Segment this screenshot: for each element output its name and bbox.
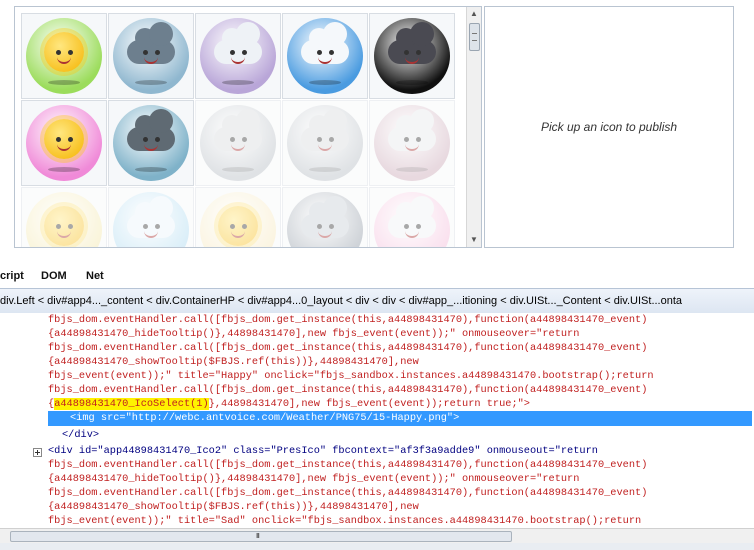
weather-icon-tile[interactable]	[282, 187, 368, 247]
fog-sun-icon	[200, 192, 276, 247]
code-line-highlight: {a44898431470_IcoSelect(1)},44898431470]…	[48, 398, 530, 410]
snow-cloud-icon	[113, 192, 189, 247]
scroll-up-arrow-icon[interactable]: ▲	[467, 7, 481, 21]
dom-breadcrumb: div.Left < div#app4..._content < div.Con…	[0, 288, 754, 314]
rain-cloud-icon	[113, 18, 189, 94]
closing-div-tag[interactable]: </div>	[62, 428, 99, 442]
gallery-vertical-scrollbar[interactable]: ▲ ▼	[466, 7, 481, 247]
weather-icon-tile[interactable]	[195, 13, 281, 99]
horizontal-scrollbar[interactable]: III	[0, 528, 754, 543]
code-line: {a44898431470_hideTooltip()},44898431470…	[48, 473, 580, 485]
selected-node-text[interactable]: <img src="http://webc.antvoice.com/Weath…	[70, 411, 459, 425]
horizontal-scroll-thumb[interactable]: III	[10, 531, 512, 542]
happy-sun-icon	[26, 18, 102, 94]
grey-cloud-icon	[113, 105, 189, 181]
code-line: fbjs_event(event));" title="Happy" oncli…	[48, 370, 654, 382]
node-line[interactable]: <div id="app44898431470_Ico2" class="Pre…	[48, 444, 598, 458]
code-line: {a44898431470_showTooltip($FBJS.ref(this…	[48, 501, 419, 513]
pink-cloud-icon	[374, 105, 450, 181]
weather-icon-tile[interactable]	[195, 187, 281, 247]
smile-cloud-icon	[287, 18, 363, 94]
weather-icon-tile[interactable]	[369, 187, 455, 247]
breadcrumb-path[interactable]: div.Left < div#app4..._content < div.Con…	[0, 289, 682, 313]
weather-icon-tile[interactable]	[21, 13, 107, 99]
code-line: fbjs_dom.eventHandler.call([fbjs_dom.get…	[48, 384, 648, 396]
icon-gallery-panel: ▲ ▼	[14, 6, 482, 248]
publish-hint-text: Pick up an icon to publish	[540, 120, 678, 134]
night-cloud-icon	[287, 192, 363, 247]
sad-cloud-icon	[200, 105, 276, 181]
scroll-grip-icon: III	[256, 533, 260, 540]
code-line: fbjs_dom.eventHandler.call([fbjs_dom.get…	[48, 459, 648, 471]
expand-node-icon[interactable]	[33, 448, 42, 457]
publish-preview-panel: Pick up an icon to publish	[484, 6, 734, 248]
weather-icon-tile[interactable]	[21, 187, 107, 247]
shy-cloud-icon	[287, 105, 363, 181]
weather-icon-tile[interactable]	[282, 13, 368, 99]
storm-cloud-icon	[374, 18, 450, 94]
code-line-rest: },44898431470],new fbjs_event(event));re…	[208, 398, 530, 410]
tab-dom[interactable]: DOM	[41, 270, 67, 282]
code-line: {a44898431470_hideTooltip()},44898431470…	[48, 328, 580, 340]
devtools-tabbar: cript DOM Net	[0, 268, 754, 288]
highlighted-token: a44898431470_IcoSelect(1)	[54, 398, 209, 410]
weather-icon-tile[interactable]	[108, 187, 194, 247]
scroll-down-arrow-icon[interactable]: ▼	[467, 233, 481, 247]
love-sun-icon	[26, 105, 102, 181]
code-line: {a44898431470_showTooltip($FBJS.ref(this…	[48, 356, 419, 368]
weather-icon-tile[interactable]	[21, 100, 107, 186]
tab-net[interactable]: Net	[86, 270, 104, 282]
html-source-view: fbjs_dom.eventHandler.call([fbjs_dom.get…	[0, 313, 754, 527]
weather-icon-tile[interactable]	[282, 100, 368, 186]
peek-sun-icon	[26, 192, 102, 247]
pink-sleep-cloud-icon	[374, 192, 450, 247]
tab-script[interactable]: cript	[0, 270, 24, 282]
code-line: fbjs_event(event));" title="Sad" onclick…	[48, 515, 642, 527]
sleepy-cloud-icon	[200, 18, 276, 94]
code-line: fbjs_dom.eventHandler.call([fbjs_dom.get…	[48, 342, 648, 354]
weather-icon-tile[interactable]	[195, 100, 281, 186]
code-line: fbjs_dom.eventHandler.call([fbjs_dom.get…	[48, 314, 648, 326]
weather-icon-tile[interactable]	[108, 13, 194, 99]
status-strip	[0, 543, 754, 550]
code-line: fbjs_dom.eventHandler.call([fbjs_dom.get…	[48, 487, 648, 499]
scroll-thumb[interactable]	[469, 23, 480, 51]
weather-icon-tile[interactable]	[369, 100, 455, 186]
weather-icon-tile[interactable]	[108, 100, 194, 186]
app-canvas: ▲ ▼ Pick up an icon to publish	[0, 0, 754, 262]
weather-icon-tile[interactable]	[369, 13, 455, 99]
